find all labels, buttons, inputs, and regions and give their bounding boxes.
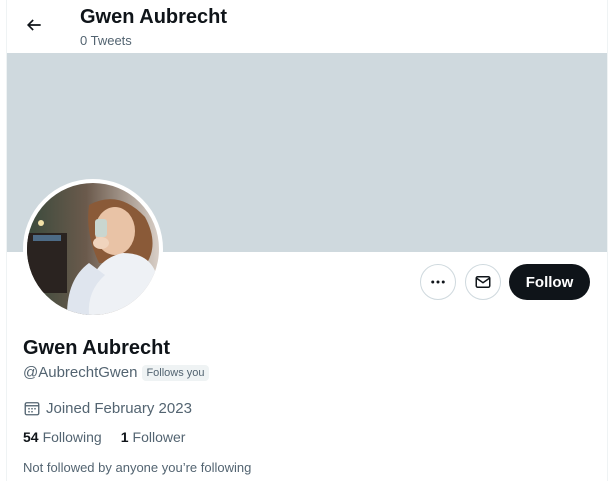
- followers-label: Follower: [132, 429, 186, 445]
- more-dots-icon: [431, 280, 445, 284]
- not-followed-text: Not followed by anyone you’re following: [23, 460, 252, 475]
- follow-stats: 54 Following 1 Follower: [23, 429, 185, 445]
- follows-you-badge: Follows you: [142, 364, 209, 381]
- back-button[interactable]: [19, 10, 49, 40]
- avatar[interactable]: [23, 179, 163, 319]
- followers-link[interactable]: 1 Follower: [121, 429, 186, 445]
- follow-button[interactable]: Follow: [509, 264, 590, 300]
- handle: @AubrechtGwen: [23, 364, 138, 381]
- following-link[interactable]: 54 Following: [23, 429, 102, 445]
- following-count: 54: [23, 429, 39, 445]
- profile-header: Gwen Aubrecht 0 Tweets: [7, 0, 607, 53]
- envelope-icon: [475, 276, 491, 288]
- joined-label: Joined February 2023: [46, 399, 192, 417]
- following-label: Following: [42, 429, 102, 445]
- handle-row: @AubrechtGwen Follows you: [23, 364, 209, 381]
- more-button[interactable]: [420, 264, 456, 300]
- calendar-icon: [24, 402, 40, 416]
- joined-date: Joined February 2023: [23, 399, 192, 417]
- display-name: Gwen Aubrecht: [23, 337, 171, 359]
- header-title: Gwen Aubrecht: [80, 6, 228, 28]
- message-button[interactable]: [465, 264, 501, 300]
- followers-count: 1: [120, 429, 129, 445]
- arrow-left-icon: [26, 19, 41, 31]
- tweet-count: 0 Tweets: [80, 33, 132, 48]
- profile-page: Gwen Aubrecht 0 Tweets Follow Gwen Aubre…: [6, 0, 608, 481]
